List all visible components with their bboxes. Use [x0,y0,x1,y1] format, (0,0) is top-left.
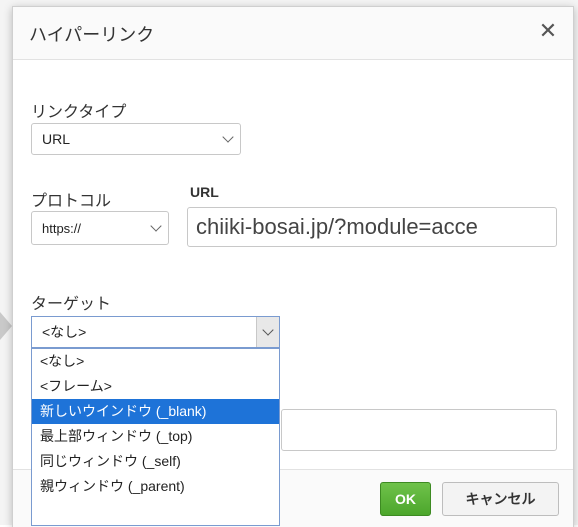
target-option[interactable]: 親ウィンドウ (_parent) [32,474,279,499]
target-option[interactable]: <フレーム> [32,374,279,399]
chevron-down-icon [222,131,234,143]
link-type-value: URL [42,131,71,147]
ok-button[interactable]: OK [380,482,431,516]
target-dropdown-button[interactable] [256,317,279,347]
link-type-select[interactable]: URL [31,123,241,155]
dialog-title: ハイパーリンク [29,25,155,45]
page-arrow-icon [0,312,12,340]
url-label: URL [190,184,219,200]
chevron-down-icon [150,220,162,232]
target-label: ターゲット [31,296,112,313]
target-dropdown-list: <なし> <フレーム> 新しいウインドウ (_blank) 最上部ウィンドウ (… [31,348,280,526]
protocol-select[interactable]: https:// [31,211,169,245]
chevron-down-icon [262,324,274,336]
protocol-label: プロトコル [31,193,112,210]
target-select[interactable]: <なし> [31,316,280,348]
close-icon[interactable]: ✕ [533,17,563,47]
target-option[interactable]: 最上部ウィンドウ (_top) [32,424,279,449]
target-option[interactable]: <なし> [32,349,279,374]
target-value: <なし> [42,324,87,340]
cancel-button[interactable]: キャンセル [442,482,559,516]
target-option[interactable]: 同じウィンドウ (_self) [32,449,279,474]
title-input[interactable] [281,409,557,451]
link-type-label: リンクタイプ [31,104,127,121]
protocol-value: https:// [42,220,82,236]
hyperlink-dialog: ハイパーリンク ✕ リンクタイプ URL プロトコル https:// URL … [12,6,574,527]
dialog-header: ハイパーリンク ✕ [13,7,573,60]
target-option-highlighted[interactable]: 新しいウインドウ (_blank) [32,399,279,424]
url-input[interactable]: chiiki-bosai.jp/?module=acce [187,207,557,247]
